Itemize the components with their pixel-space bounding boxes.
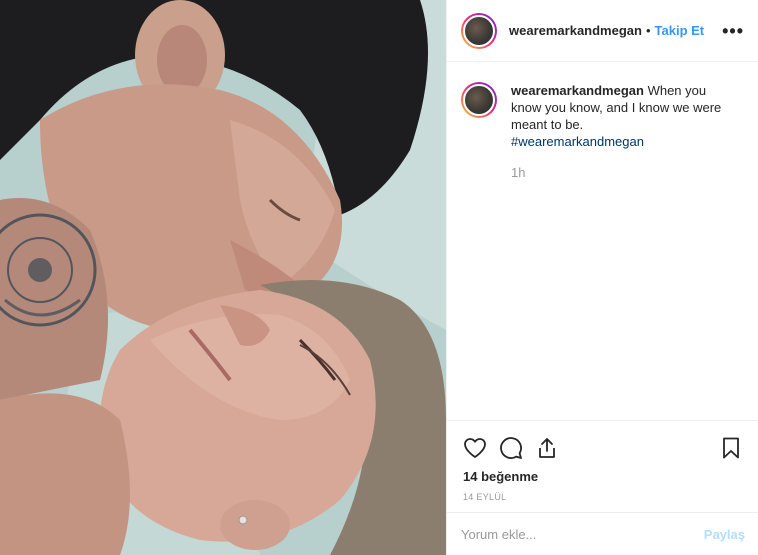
- selfie-photo-image: [0, 0, 446, 555]
- post-comment-button[interactable]: Paylaş: [704, 527, 745, 542]
- bookmark-icon[interactable]: [717, 434, 745, 462]
- action-buttons-row: [447, 421, 758, 465]
- separator-dot: •: [645, 23, 651, 38]
- post-header: wearemarkandmegan • Takip Et •••: [447, 0, 758, 62]
- caption-hashtag[interactable]: #wearemarkandmegan: [511, 133, 731, 150]
- avatar-image: [463, 14, 495, 47]
- post-photo[interactable]: [0, 0, 446, 555]
- comment-input[interactable]: [461, 526, 704, 542]
- likes-count[interactable]: 14 beğenme: [447, 465, 758, 484]
- caption-avatar[interactable]: [461, 82, 497, 118]
- caption-timestamp[interactable]: 1h: [511, 164, 731, 181]
- header-username[interactable]: wearemarkandmegan: [509, 23, 642, 38]
- post-date[interactable]: 14 EYLÜL: [447, 484, 758, 502]
- header-avatar[interactable]: [461, 12, 497, 49]
- comment-icon[interactable]: [497, 434, 525, 462]
- follow-button[interactable]: Takip Et: [655, 23, 705, 38]
- comment-bar: Paylaş: [447, 512, 758, 555]
- caption-body: wearemarkandmegan When you know you know…: [511, 82, 731, 181]
- post-details-panel: wearemarkandmegan • Takip Et ••• wearema…: [446, 0, 758, 555]
- more-options-icon[interactable]: •••: [722, 22, 744, 40]
- avatar-image: [463, 84, 495, 116]
- heart-icon[interactable]: [461, 434, 489, 462]
- share-icon[interactable]: [533, 434, 561, 462]
- caption-block: wearemarkandmegan When you know you know…: [447, 62, 758, 181]
- caption-username[interactable]: wearemarkandmegan: [511, 83, 644, 98]
- post-actions: 14 beğenme 14 EYLÜL: [447, 420, 758, 502]
